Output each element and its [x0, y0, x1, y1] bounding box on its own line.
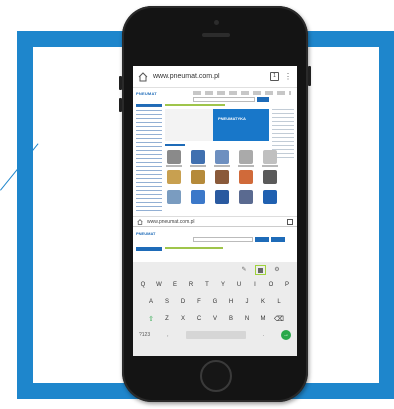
highlighted-key[interactable]	[255, 265, 266, 275]
site-logo[interactable]: PNEUMAT	[136, 231, 155, 236]
tabs-icon[interactable]: 1	[270, 72, 279, 81]
site-search-button[interactable]	[255, 237, 269, 242]
product-caption	[262, 165, 278, 167]
product-thumb[interactable]	[191, 190, 205, 204]
hero-text: PNEUMATYKA	[218, 116, 246, 121]
url-field[interactable]: www.pneumat.com.pl	[153, 73, 265, 80]
hero-image	[165, 109, 213, 141]
product-thumb[interactable]	[167, 170, 181, 184]
product-thumb[interactable]	[239, 170, 253, 184]
shift-key[interactable]: ⇧	[144, 312, 158, 327]
tabs-icon[interactable]	[287, 218, 293, 225]
speaker-grille	[202, 33, 230, 37]
pencil-icon[interactable]: ✎	[240, 266, 248, 274]
key[interactable]: L	[272, 295, 286, 310]
key[interactable]: P	[280, 278, 294, 293]
phone-device: www.pneumat.com.pl 1 ⋮ PNEUMAT PNEUMATYK…	[119, 6, 311, 402]
period-key[interactable]: .	[263, 332, 264, 338]
on-screen-keyboard: ✎ ⚙ Q W E R T Y U I O P A S D F G H J K …	[133, 262, 297, 356]
key[interactable]: H	[224, 295, 238, 310]
menu-icon[interactable]: ⋮	[284, 72, 292, 81]
phone-screen: www.pneumat.com.pl 1 ⋮ PNEUMAT PNEUMATYK…	[133, 66, 297, 356]
key[interactable]: Q	[136, 278, 150, 293]
keyboard-row-2: A S D F G H J K L	[135, 295, 295, 310]
camera-icon	[214, 20, 219, 25]
category-header	[136, 247, 162, 251]
key[interactable]: E	[168, 278, 182, 293]
key[interactable]: X	[176, 312, 190, 327]
home-icon[interactable]	[138, 71, 148, 82]
key[interactable]: A	[144, 295, 158, 310]
second-tab-url[interactable]: www.pneumat.com.pl	[147, 219, 283, 225]
product-thumb[interactable]	[263, 190, 277, 204]
key[interactable]: T	[200, 278, 214, 293]
key[interactable]: Z	[160, 312, 174, 327]
product-thumb[interactable]	[191, 170, 205, 184]
key[interactable]: B	[224, 312, 238, 327]
site-search-input[interactable]	[193, 97, 255, 102]
volume-button-2	[119, 98, 122, 112]
site-login-button[interactable]	[271, 237, 285, 242]
key[interactable]: G	[208, 295, 222, 310]
keyboard-bottom-row: ?123 , . →	[135, 330, 295, 340]
stage: www.pneumat.com.pl 1 ⋮ PNEUMAT PNEUMATYK…	[0, 0, 394, 409]
key[interactable]: D	[176, 295, 190, 310]
key[interactable]: J	[240, 295, 254, 310]
volume-button	[119, 76, 122, 90]
keyboard-row-3: ⇧ Z X C V B N M ⌫	[135, 312, 295, 327]
key[interactable]: F	[192, 295, 206, 310]
product-thumb[interactable]	[215, 150, 229, 164]
section-label	[165, 144, 185, 146]
key[interactable]: R	[184, 278, 198, 293]
category-sidebar[interactable]	[136, 106, 162, 214]
symbols-key[interactable]: ?123	[139, 332, 150, 338]
key[interactable]: S	[160, 295, 174, 310]
hero-banner[interactable]: PNEUMATYKA	[213, 109, 269, 141]
key[interactable]: N	[240, 312, 254, 327]
key[interactable]: U	[232, 278, 246, 293]
product-thumb[interactable]	[263, 150, 277, 164]
browser-address-bar: www.pneumat.com.pl 1 ⋮	[133, 66, 297, 88]
key[interactable]: O	[264, 278, 278, 293]
key[interactable]: K	[256, 295, 270, 310]
key[interactable]: I	[248, 278, 262, 293]
site-search-button[interactable]	[257, 97, 269, 102]
key[interactable]: C	[192, 312, 206, 327]
product-thumb[interactable]	[215, 170, 229, 184]
home-icon[interactable]	[137, 218, 143, 225]
space-key[interactable]	[185, 331, 246, 339]
product-thumb[interactable]	[263, 170, 277, 184]
go-key[interactable]: →	[280, 330, 291, 340]
key[interactable]: M	[256, 312, 270, 327]
comma-key[interactable]: ,	[167, 332, 168, 338]
square-icon	[258, 267, 263, 273]
second-tab-bar[interactable]: www.pneumat.com.pl	[133, 216, 297, 226]
product-thumb[interactable]	[167, 190, 181, 204]
product-thumb[interactable]	[191, 150, 205, 164]
product-thumb[interactable]	[215, 190, 229, 204]
key[interactable]: Y	[216, 278, 230, 293]
power-button	[308, 66, 311, 86]
product-thumb[interactable]	[239, 150, 253, 164]
keyboard-row-1: Q W E R T Y U I O P	[135, 278, 295, 293]
backspace-key[interactable]: ⌫	[272, 312, 286, 327]
product-caption	[214, 165, 230, 167]
keyboard-suggestion-bar: ✎ ⚙	[135, 264, 295, 276]
website-page: PNEUMAT PNEUMATYKA	[133, 88, 297, 216]
product-caption	[166, 165, 182, 167]
gear-icon[interactable]: ⚙	[273, 266, 281, 274]
key[interactable]: V	[208, 312, 222, 327]
second-page-preview: PNEUMAT	[133, 226, 297, 262]
site-top-nav[interactable]	[193, 91, 291, 95]
product-thumb[interactable]	[167, 150, 181, 164]
site-search-input[interactable]	[193, 237, 253, 242]
breadcrumb	[165, 104, 225, 106]
breadcrumb	[165, 247, 223, 249]
key[interactable]: W	[152, 278, 166, 293]
site-logo[interactable]: PNEUMAT	[136, 91, 157, 96]
home-button[interactable]	[200, 360, 232, 392]
product-caption	[238, 165, 254, 167]
product-thumb[interactable]	[239, 190, 253, 204]
product-caption	[190, 165, 206, 167]
